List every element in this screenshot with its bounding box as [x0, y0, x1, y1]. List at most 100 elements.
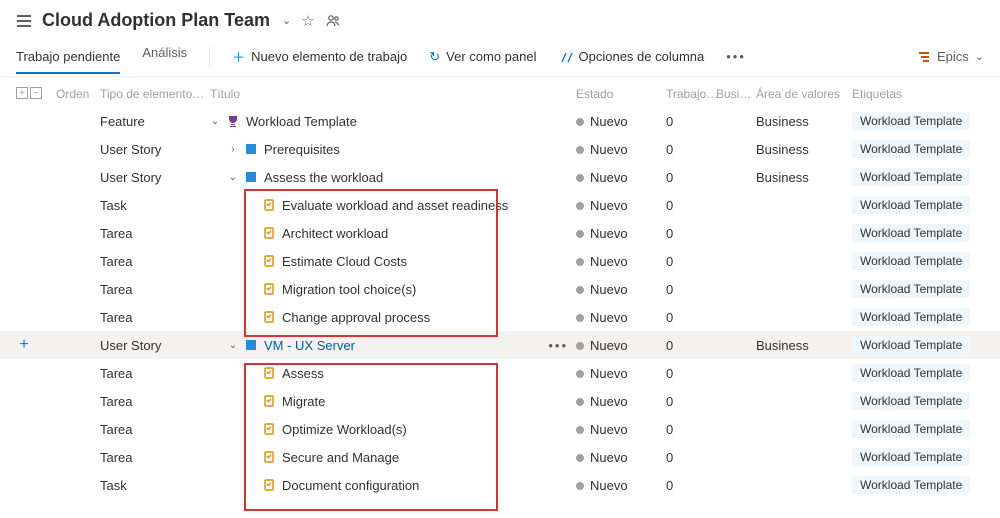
view-as-board-button[interactable]: ↻ Ver como panel: [429, 49, 536, 65]
new-work-item-label: Nuevo elemento de trabajo: [251, 49, 407, 64]
tag-chip[interactable]: Workload Template: [852, 140, 970, 158]
work-cell: 0: [666, 394, 716, 409]
table-row[interactable]: TareaAssessNuevo0Workload Template: [0, 359, 1000, 387]
state-cell: Nuevo: [576, 450, 666, 465]
tag-chip[interactable]: Workload Template: [852, 392, 970, 410]
work-item-title[interactable]: Architect workload: [282, 226, 388, 241]
state-cell: Nuevo: [576, 478, 666, 493]
col-state[interactable]: Estado: [576, 87, 666, 101]
view-as-board-label: Ver como panel: [446, 49, 536, 64]
work-cell: 0: [666, 226, 716, 241]
table-row[interactable]: TareaSecure and ManageNuevo0Workload Tem…: [0, 443, 1000, 471]
work-item-type: Tarea: [100, 226, 210, 241]
favorite-button[interactable]: ☆: [301, 12, 314, 30]
state-cell: Nuevo: [576, 394, 666, 409]
state-cell: Nuevo: [576, 142, 666, 157]
work-item-title[interactable]: Assess: [282, 366, 324, 381]
expand-all-button[interactable]: +: [16, 87, 28, 99]
state-cell: Nuevo: [576, 366, 666, 381]
epics-label: Epics: [937, 49, 969, 64]
clip-icon: [262, 198, 276, 212]
tab-analytics[interactable]: Análisis: [142, 45, 187, 68]
clip-icon: [262, 226, 276, 240]
work-item-type: Feature: [100, 114, 210, 129]
team-members-button[interactable]: [325, 13, 341, 29]
col-area[interactable]: Área de valores: [756, 87, 852, 101]
column-headers: + − Orden Tipo de elemento… Título Estad…: [0, 77, 1000, 107]
work-cell: 0: [666, 254, 716, 269]
page-title: Cloud Adoption Plan Team: [42, 10, 270, 31]
tag-chip[interactable]: Workload Template: [852, 196, 970, 214]
work-item-title[interactable]: Migration tool choice(s): [282, 282, 416, 297]
expand-caret[interactable]: ⌄: [228, 340, 238, 351]
clip-icon: [262, 254, 276, 268]
expand-caret[interactable]: ⌄: [228, 172, 238, 183]
work-item-type: Tarea: [100, 394, 210, 409]
tag-chip[interactable]: Workload Template: [852, 112, 970, 130]
area-cell: Business: [756, 338, 852, 353]
work-item-title[interactable]: Optimize Workload(s): [282, 422, 407, 437]
table-row[interactable]: TareaOptimize Workload(s)Nuevo0Workload …: [0, 415, 1000, 443]
expand-caret[interactable]: ›: [228, 144, 238, 155]
tag-chip[interactable]: Workload Template: [852, 224, 970, 242]
col-title[interactable]: Título: [210, 87, 576, 101]
work-item-title[interactable]: Migrate: [282, 394, 325, 409]
work-item-title[interactable]: VM - UX Server: [264, 338, 355, 353]
work-item-type: User Story: [100, 170, 210, 185]
tag-chip[interactable]: Workload Template: [852, 168, 970, 186]
tag-chip[interactable]: Workload Template: [852, 308, 970, 326]
table-row[interactable]: Feature⌄Workload TemplateNuevo0BusinessW…: [0, 107, 1000, 135]
tab-backlog[interactable]: Trabajo pendiente: [16, 49, 120, 74]
work-item-title[interactable]: Secure and Manage: [282, 450, 399, 465]
team-dropdown[interactable]: ⌄: [282, 14, 291, 27]
col-tags[interactable]: Etiquetas: [852, 87, 984, 101]
tag-chip[interactable]: Workload Template: [852, 336, 970, 354]
table-row[interactable]: TaskDocument configurationNuevo0Workload…: [0, 471, 1000, 499]
expand-caret[interactable]: ⌄: [210, 116, 220, 127]
col-busv[interactable]: Busi…: [716, 87, 756, 101]
tag-chip[interactable]: Workload Template: [852, 364, 970, 382]
table-row[interactable]: TareaChange approval processNuevo0Worklo…: [0, 303, 1000, 331]
work-cell: 0: [666, 114, 716, 129]
table-row[interactable]: TareaEstimate Cloud CostsNuevo0Workload …: [0, 247, 1000, 275]
tag-chip[interactable]: Workload Template: [852, 252, 970, 270]
tag-chip[interactable]: Workload Template: [852, 420, 970, 438]
work-item-type: Task: [100, 478, 210, 493]
state-cell: Nuevo: [576, 254, 666, 269]
table-row[interactable]: User Story›PrerequisitesNuevo0BusinessWo…: [0, 135, 1000, 163]
table-row[interactable]: +User Story⌄VM - UX Server•••Nuevo0Busin…: [0, 331, 1000, 359]
col-work[interactable]: Trabajo…: [666, 87, 716, 101]
col-type[interactable]: Tipo de elemento…: [100, 87, 210, 101]
refresh-icon: ↻: [429, 49, 440, 65]
clip-icon: [262, 310, 276, 324]
work-item-title[interactable]: Change approval process: [282, 310, 430, 325]
work-cell: 0: [666, 338, 716, 353]
collapse-all-button[interactable]: −: [30, 87, 42, 99]
table-row[interactable]: TareaArchitect workloadNuevo0Workload Te…: [0, 219, 1000, 247]
table-row[interactable]: Tarea Migrate Nuevo0 Workload Template: [0, 387, 1000, 415]
work-item-title[interactable]: Assess the workload: [264, 170, 383, 185]
clip-icon: [262, 282, 276, 296]
tag-chip[interactable]: Workload Template: [852, 476, 970, 494]
table-row[interactable]: TaskEvaluate workload and asset readines…: [0, 191, 1000, 219]
area-cell: Business: [756, 170, 852, 185]
work-item-title[interactable]: Estimate Cloud Costs: [282, 254, 407, 269]
row-more-actions[interactable]: •••: [548, 338, 576, 353]
add-child-button[interactable]: +: [16, 336, 32, 354]
state-cell: Nuevo: [576, 310, 666, 325]
epics-level-selector[interactable]: Epics ⌄: [917, 49, 984, 64]
col-order[interactable]: Orden: [56, 87, 100, 101]
tag-chip[interactable]: Workload Template: [852, 448, 970, 466]
work-cell: 0: [666, 282, 716, 297]
table-row[interactable]: TareaMigration tool choice(s)Nuevo0Workl…: [0, 275, 1000, 303]
tag-chip[interactable]: Workload Template: [852, 280, 970, 298]
work-cell: 0: [666, 450, 716, 465]
work-item-title[interactable]: Document configuration: [282, 478, 419, 493]
work-item-title[interactable]: Evaluate workload and asset readiness: [282, 198, 508, 213]
new-work-item-button[interactable]: ＋ Nuevo elemento de trabajo: [232, 47, 407, 66]
work-item-title[interactable]: Prerequisites: [264, 142, 340, 157]
more-actions-button[interactable]: •••: [726, 49, 746, 64]
work-item-title[interactable]: Workload Template: [246, 114, 357, 129]
table-row[interactable]: User Story⌄Assess the workloadNuevo0Busi…: [0, 163, 1000, 191]
column-options-button[interactable]: Opciones de columna: [559, 49, 705, 64]
